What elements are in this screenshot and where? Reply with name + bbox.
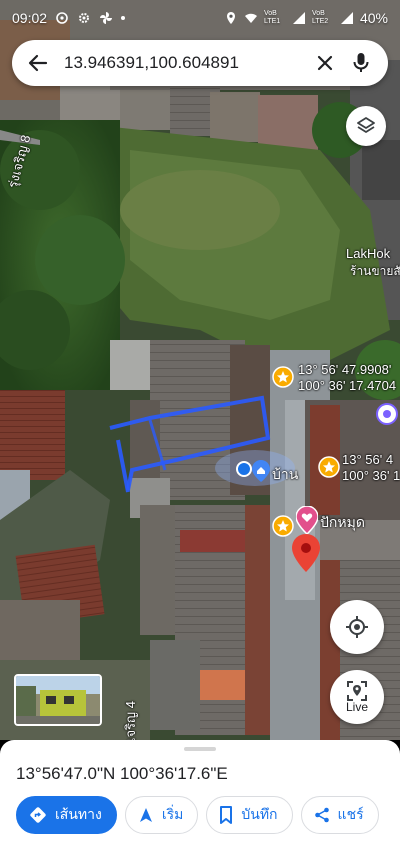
- dot-icon: [121, 16, 126, 20]
- drag-handle[interactable]: [184, 747, 216, 751]
- save-label: บันทึก: [241, 807, 278, 823]
- current-location-dot: [236, 461, 252, 477]
- close-icon[interactable]: [312, 50, 338, 76]
- signal-bars-icon: [340, 12, 353, 24]
- dropped-pin-icon[interactable]: [292, 534, 320, 572]
- navigation-arrow-icon: [139, 808, 152, 822]
- poi-label-lakhok-sub: ร้านขายสั: [350, 264, 400, 278]
- pin-coordinate-lat: 13° 56' 47.9908': [298, 362, 392, 377]
- live-label: Live: [345, 700, 368, 714]
- pakmud-label[interactable]: ปักหมุด: [320, 512, 365, 534]
- start-label: เริ่ม: [161, 807, 184, 823]
- directions-label: เส้นทาง: [55, 807, 102, 823]
- layers-icon: [357, 117, 375, 133]
- bookmark-icon: [220, 806, 233, 824]
- partial-poi-icon[interactable]: [376, 403, 398, 425]
- street-label: เจริญ 4: [123, 701, 138, 740]
- action-chips: เส้นทาง เริ่ม บันทึก แชร์: [16, 796, 379, 834]
- battery-percent: 40%: [359, 10, 388, 26]
- search-input[interactable]: [64, 53, 302, 73]
- place-bottom-sheet[interactable]: 13°56'47.0"N 100°36'17.6"E เส้นทาง เริ่ม…: [0, 740, 400, 844]
- pin-coordinate-lat: 13° 56' 4: [342, 452, 394, 467]
- pin-coordinate-lng: 100° 36' 1: [342, 468, 400, 483]
- share-label: แชร์: [337, 807, 364, 823]
- mic-icon[interactable]: [348, 50, 374, 76]
- gear-icon: [79, 13, 90, 23]
- poi-label-lakhok[interactable]: LakHok: [346, 246, 390, 261]
- share-icon: [314, 807, 329, 823]
- pinwheel-icon: [100, 12, 113, 24]
- location-icon: [226, 12, 235, 24]
- heart-pin-icon[interactable]: [296, 506, 318, 534]
- status-time: 09:02: [12, 10, 48, 26]
- home-label[interactable]: บ้าน: [272, 464, 298, 486]
- directions-button[interactable]: เส้นทาง: [16, 796, 117, 834]
- live-view-icon: [347, 681, 367, 701]
- status-bar: 09:02 VoB LTE1 VoB LTE2 40%: [0, 0, 400, 36]
- sync-icon: [56, 12, 68, 24]
- start-button[interactable]: เริ่ม: [124, 796, 199, 834]
- signal-1: VoB LTE1: [263, 10, 281, 25]
- signal-bars-icon: [292, 12, 305, 24]
- arrow-back-icon[interactable]: [26, 51, 50, 75]
- save-button[interactable]: บันทึก: [206, 796, 293, 834]
- signal-2: VoB LTE2: [311, 10, 329, 25]
- crosshair-icon: [346, 616, 368, 638]
- place-coordinates-title: 13°56'47.0"N 100°36'17.6"E: [16, 764, 228, 783]
- home-pin-icon[interactable]: [252, 460, 270, 482]
- street-view-thumbnail[interactable]: [14, 674, 102, 726]
- wifi-icon: [244, 13, 257, 23]
- saved-star-pin[interactable]: [272, 366, 294, 388]
- search-bar[interactable]: [12, 40, 388, 86]
- share-button[interactable]: แชร์: [300, 796, 379, 834]
- layers-button[interactable]: [346, 106, 386, 146]
- live-view-button[interactable]: Live: [330, 670, 384, 724]
- saved-star-pin[interactable]: [318, 456, 340, 478]
- directions-icon: [30, 807, 46, 823]
- pin-coordinate-lng: 100° 36' 17.4704: [298, 378, 397, 393]
- saved-star-pin[interactable]: [272, 515, 294, 537]
- my-location-button[interactable]: [330, 600, 384, 654]
